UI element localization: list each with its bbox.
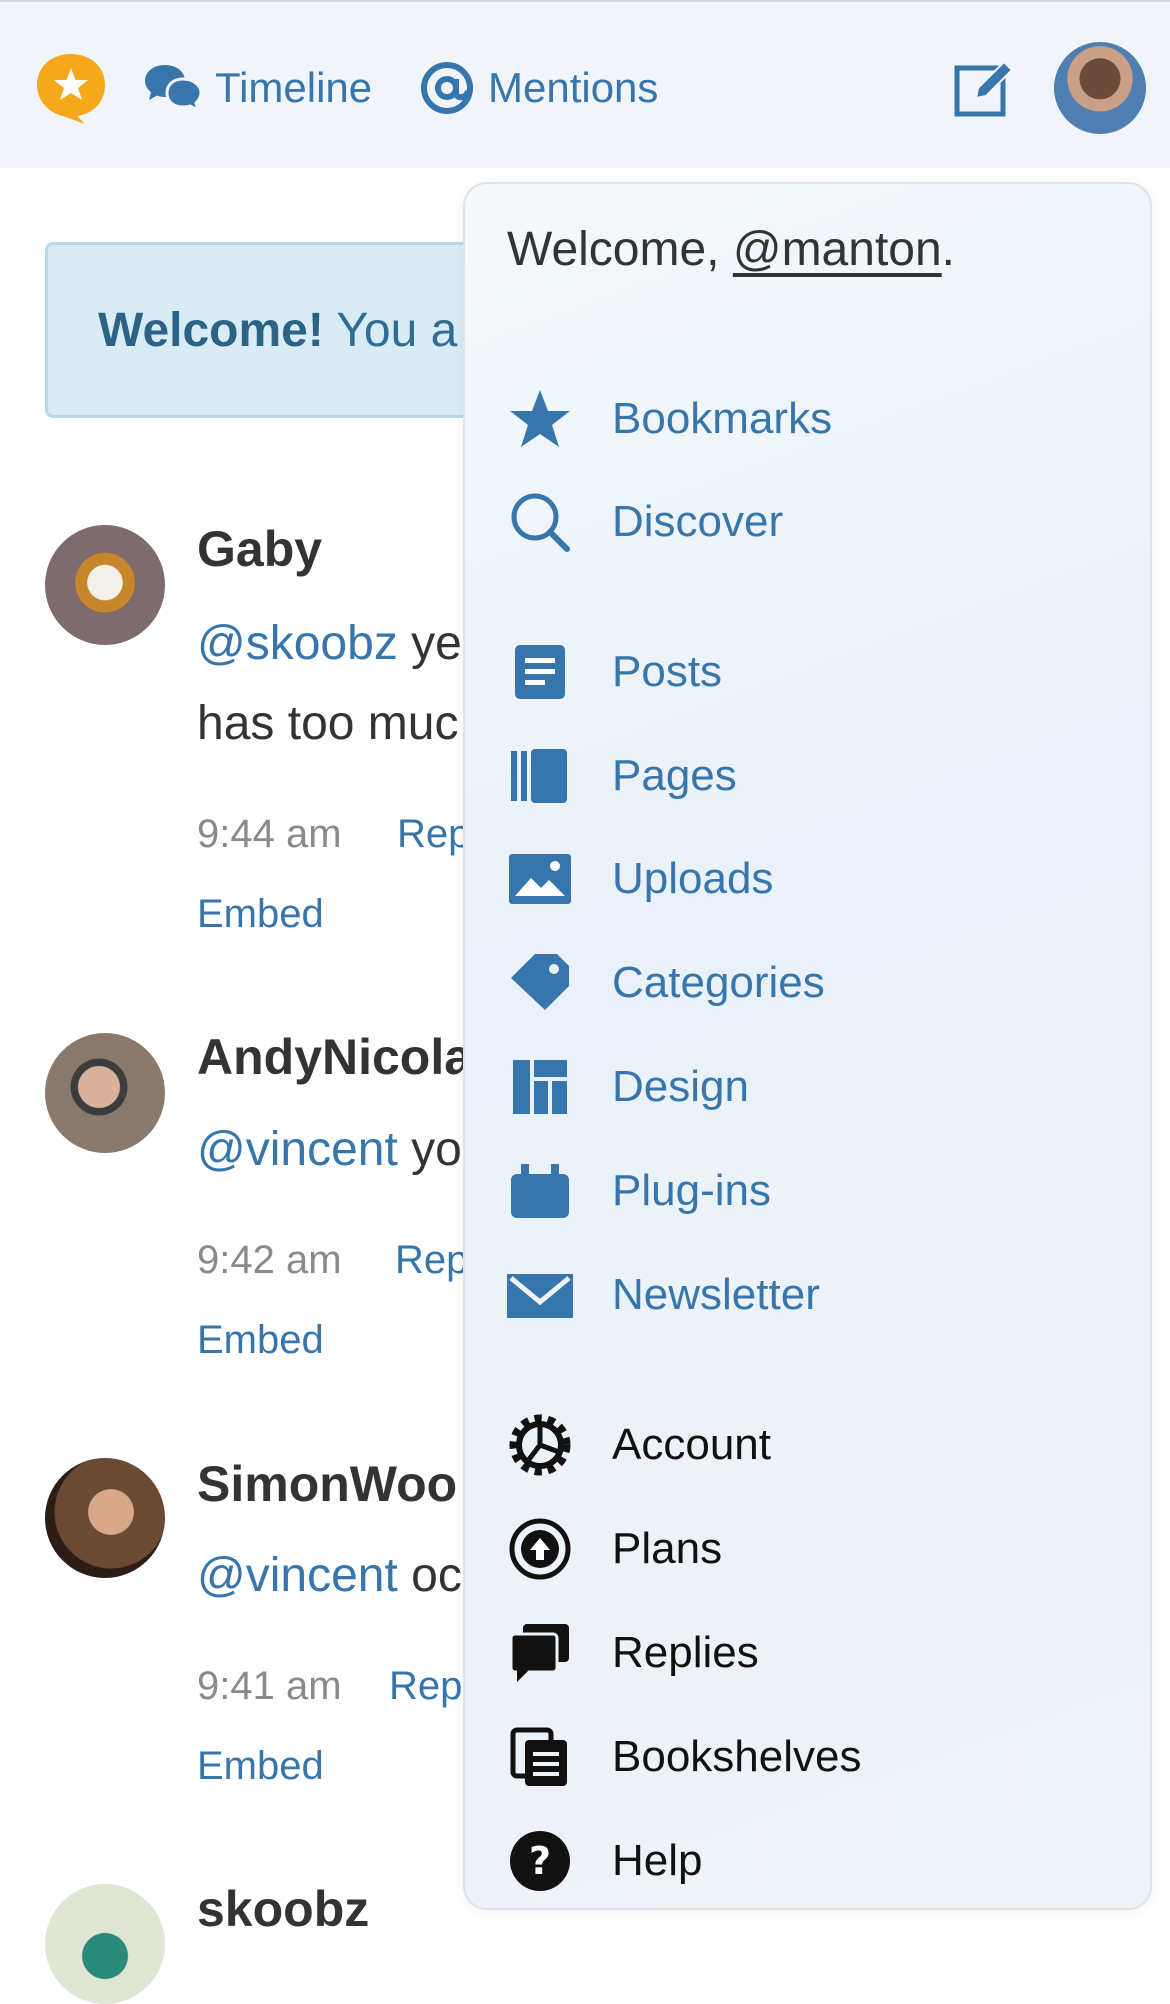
svg-text:?: ? bbox=[529, 1839, 551, 1883]
post-text: oc bbox=[397, 1549, 462, 1602]
menu-welcome: Welcome, @manton. bbox=[507, 222, 955, 277]
search-icon bbox=[511, 493, 570, 552]
post-avatar[interactable] bbox=[45, 525, 165, 645]
menu-item-pages[interactable]: Pages bbox=[465, 736, 1150, 816]
menu-item-label: Replies bbox=[612, 1628, 759, 1677]
menu-item-plugins[interactable]: Plug-ins bbox=[465, 1151, 1150, 1231]
menu-item-label: Bookshelves bbox=[612, 1732, 862, 1781]
menu-item-label: Posts bbox=[612, 647, 723, 696]
menu-item-account[interactable]: Account bbox=[465, 1405, 1150, 1485]
menu-item-label: Help bbox=[612, 1836, 703, 1885]
user-avatar[interactable] bbox=[1054, 42, 1146, 134]
reply-link[interactable]: Rep bbox=[397, 812, 470, 857]
mention-link[interactable]: @vincent bbox=[197, 1549, 398, 1602]
post-avatar[interactable] bbox=[45, 1458, 165, 1578]
at-sign-icon bbox=[421, 62, 473, 114]
menu-item-help[interactable]: ? Help bbox=[465, 1821, 1150, 1901]
post-author[interactable]: SimonWoo bbox=[197, 1455, 457, 1513]
banner-text: Welcome! You a bbox=[98, 303, 457, 358]
post-avatar[interactable] bbox=[45, 1884, 165, 2004]
menu-item-label: Pages bbox=[612, 751, 737, 800]
post-text-line: @vincent yo bbox=[197, 1122, 462, 1177]
bookshelves-icon bbox=[510, 1727, 567, 1786]
menu-item-plans[interactable]: Plans bbox=[465, 1509, 1150, 1589]
gear-icon bbox=[509, 1414, 571, 1476]
reply-link[interactable]: Rep bbox=[389, 1664, 462, 1709]
timeline-label: Timeline bbox=[215, 64, 373, 111]
envelope-icon bbox=[507, 1274, 573, 1318]
menu-item-replies[interactable]: Replies bbox=[465, 1613, 1150, 1693]
timeline-link[interactable]: Timeline bbox=[145, 58, 372, 118]
menu-welcome-prefix: Welcome, bbox=[507, 223, 733, 276]
tag-icon bbox=[511, 954, 569, 1010]
post-timestamp[interactable]: 9:44 am bbox=[197, 812, 342, 857]
menu-item-label: Account bbox=[612, 1420, 771, 1469]
plugin-icon bbox=[511, 1164, 569, 1218]
embed-link[interactable]: Embed bbox=[197, 892, 324, 937]
post-text: ye bbox=[397, 617, 462, 670]
menu-item-label: Bookmarks bbox=[612, 394, 833, 443]
post-author[interactable]: Gaby bbox=[197, 520, 322, 578]
post-author[interactable]: skoobz bbox=[197, 1880, 369, 1938]
menu-item-posts[interactable]: Posts bbox=[465, 632, 1150, 712]
post-text: yo bbox=[397, 1123, 462, 1176]
banner-body: You a bbox=[336, 304, 458, 357]
post-timestamp[interactable]: 9:42 am bbox=[197, 1238, 342, 1283]
menu-welcome-suffix: . bbox=[941, 223, 956, 276]
menu-item-label: Newsletter bbox=[612, 1270, 820, 1319]
posts-icon bbox=[515, 645, 565, 699]
timeline-bubbles-icon bbox=[145, 65, 201, 113]
post-text-line: @skoobz ye bbox=[197, 616, 462, 671]
post-author[interactable]: AndyNicola bbox=[197, 1028, 472, 1086]
upgrade-circle-icon bbox=[509, 1518, 571, 1580]
help-icon: ? bbox=[510, 1831, 570, 1891]
menu-item-label: Discover bbox=[612, 497, 784, 546]
menu-item-discover[interactable]: Discover bbox=[465, 482, 1150, 562]
mentions-label: Mentions bbox=[488, 64, 659, 111]
username-link[interactable]: @manton bbox=[733, 223, 942, 276]
layout-icon bbox=[513, 1060, 567, 1114]
menu-item-design[interactable]: Design bbox=[465, 1047, 1150, 1127]
reply-link[interactable]: Rep bbox=[395, 1238, 468, 1283]
embed-link[interactable]: Embed bbox=[197, 1744, 324, 1789]
menu-item-label: Plug-ins bbox=[612, 1166, 771, 1215]
post-text-line-2: has too muc bbox=[197, 697, 459, 750]
image-icon bbox=[509, 854, 571, 904]
menu-item-uploads[interactable]: Uploads bbox=[465, 839, 1150, 919]
menu-item-bookshelves[interactable]: Bookshelves bbox=[465, 1717, 1150, 1797]
menu-item-label: Categories bbox=[612, 958, 825, 1007]
mention-link[interactable]: @skoobz bbox=[197, 617, 398, 670]
user-dropdown-menu: Welcome, @manton. Bookmarks Discover Pos… bbox=[463, 182, 1152, 1910]
embed-link[interactable]: Embed bbox=[197, 1318, 324, 1363]
menu-item-label: Plans bbox=[612, 1524, 723, 1573]
post-text-line: @vincent oc bbox=[197, 1548, 462, 1603]
chat-bubbles-icon bbox=[509, 1624, 569, 1682]
star-icon bbox=[510, 390, 570, 447]
menu-item-categories[interactable]: Categories bbox=[465, 943, 1150, 1023]
compose-icon[interactable] bbox=[952, 56, 1016, 120]
menu-item-label: Uploads bbox=[612, 854, 774, 903]
post-avatar[interactable] bbox=[45, 1033, 165, 1153]
post-timestamp[interactable]: 9:41 am bbox=[197, 1664, 342, 1709]
pages-icon bbox=[511, 749, 567, 803]
mentions-link[interactable]: Mentions bbox=[420, 58, 658, 118]
mention-link[interactable]: @vincent bbox=[197, 1123, 398, 1176]
top-nav-bar: Timeline Mentions bbox=[0, 0, 1170, 168]
microblog-logo-icon[interactable] bbox=[33, 50, 109, 126]
menu-item-bookmarks[interactable]: Bookmarks bbox=[465, 379, 1150, 459]
menu-item-label: Design bbox=[612, 1062, 749, 1111]
menu-item-newsletter[interactable]: Newsletter bbox=[465, 1255, 1150, 1335]
banner-bold: Welcome! bbox=[98, 304, 324, 357]
